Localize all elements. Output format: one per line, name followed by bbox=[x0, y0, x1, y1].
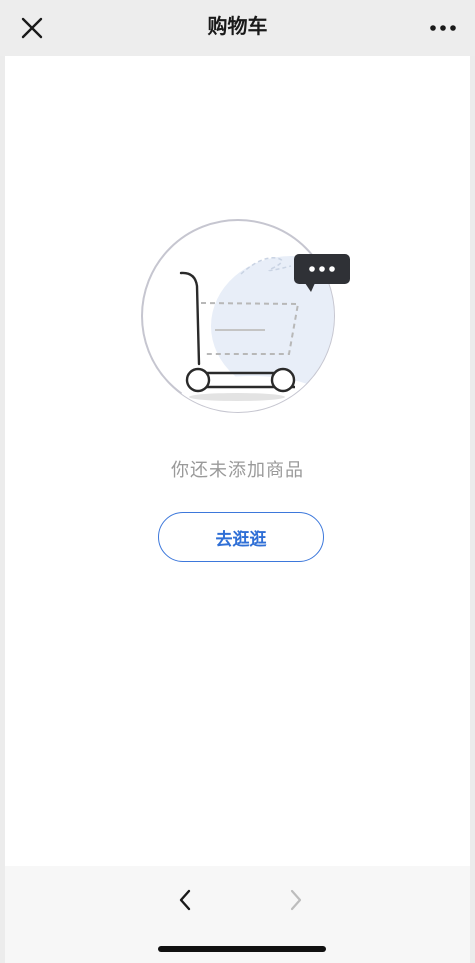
browse-button[interactable]: 去逛逛 bbox=[158, 512, 324, 562]
app-window: 购物车 你还未添加商品 去逛逛 bbox=[0, 0, 475, 963]
close-icon bbox=[21, 17, 43, 39]
back-button[interactable] bbox=[165, 880, 205, 920]
top-bar: 购物车 bbox=[0, 0, 475, 56]
home-indicator bbox=[158, 946, 326, 952]
empty-cart-message: 你还未添加商品 bbox=[171, 460, 304, 481]
more-button[interactable] bbox=[423, 10, 463, 46]
close-button[interactable] bbox=[14, 10, 50, 46]
empty-cart-illustration bbox=[141, 219, 350, 413]
bottom-nav-bar bbox=[5, 866, 470, 963]
chevron-left-icon bbox=[179, 889, 191, 911]
page-title: 购物车 bbox=[207, 14, 268, 38]
chevron-right-icon bbox=[290, 889, 302, 911]
more-icon bbox=[430, 25, 456, 31]
forward-button[interactable] bbox=[276, 880, 316, 920]
main-content: 你还未添加商品 去逛逛 bbox=[5, 56, 470, 866]
